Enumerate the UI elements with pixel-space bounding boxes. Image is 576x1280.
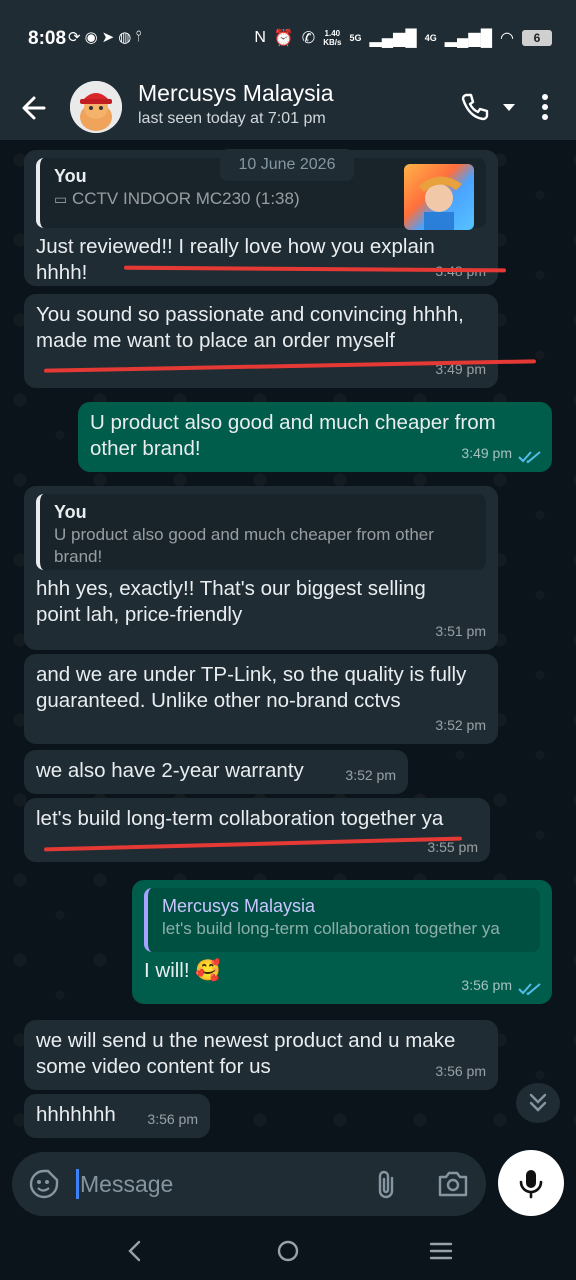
cat-mascot-icon xyxy=(70,81,122,133)
status-bar: 8:08 ⟳ ◉ ➤ ◍ ⫯ N ⏰ ✆ 1.40 KB/s 5G ▂▄▆█ 4… xyxy=(0,0,576,76)
message-text: we also have 2-year warranty xyxy=(36,759,304,782)
signal-5g: 5G xyxy=(349,33,362,43)
camera-icon xyxy=(438,1171,468,1197)
alarm-icon: ⏰ xyxy=(273,30,294,47)
call-options-dropdown[interactable] xyxy=(500,98,518,116)
message-text: Just reviewed!! I really love how you ex… xyxy=(36,235,435,284)
back-arrow-icon xyxy=(22,96,46,120)
message-bubble-incoming[interactable]: You U product also good and much cheaper… xyxy=(24,486,498,650)
message-time: 3:52 pm xyxy=(345,767,396,783)
contact-avatar[interactable] xyxy=(70,81,122,133)
more-options-button[interactable] xyxy=(534,90,556,124)
date-divider: 10 June 2026 xyxy=(220,149,354,181)
contact-name[interactable]: Mercusys Malaysia xyxy=(138,80,334,107)
message-time: 3:51 pm xyxy=(435,623,486,639)
message-time: 3:56 pm xyxy=(461,977,512,993)
nav-menu-icon xyxy=(429,1242,453,1260)
message-text: let's build long-term collaboration toge… xyxy=(36,807,444,830)
message-time: 3:56 pm xyxy=(435,1063,486,1079)
read-receipt-icon xyxy=(518,451,541,464)
video-icon: ▭ xyxy=(54,191,68,207)
message-bubble-outgoing[interactable]: Mercusys Malaysia let's build long-term … xyxy=(132,880,552,1004)
text-cursor xyxy=(76,1169,79,1199)
reply-quote[interactable]: You U product also good and much cheaper… xyxy=(36,494,486,570)
last-seen-status: last seen today at 7:01 pm xyxy=(138,110,326,127)
system-icons: N ⏰ ✆ 1.40 KB/s 5G ▂▄▆█ 4G ▂▄▆█ ◠ 6 xyxy=(254,28,552,48)
nav-recents-button[interactable] xyxy=(428,1238,454,1264)
message-text: we will send u the newest product and u … xyxy=(36,1029,456,1078)
message-bubble-incoming[interactable]: hhhhhhh 3:56 pm xyxy=(24,1094,210,1138)
network-speed: 1.40 KB/s xyxy=(323,29,342,47)
message-bubble-incoming[interactable]: we will send u the newest product and u … xyxy=(24,1020,498,1090)
phone-icon xyxy=(461,93,489,121)
double-chevron-down-icon xyxy=(529,1093,547,1112)
wifi-icon: ◠ xyxy=(500,30,514,47)
message-bubble-incoming[interactable]: You sound so passionate and convincing h… xyxy=(24,294,498,388)
paperclip-icon xyxy=(378,1170,394,1199)
quote-author: Mercusys Malaysia xyxy=(162,896,316,916)
signal-bars-icon-2: ▂▄▆█ xyxy=(444,30,493,47)
kebab-menu-icon xyxy=(542,94,548,120)
caret-down-icon xyxy=(503,104,515,111)
message-bubble-incoming[interactable]: and we are under TP-Link, so the quality… xyxy=(24,654,498,744)
message-list[interactable]: 10 June 2026 You ▭ CCTV INDOOR MC230 (1:… xyxy=(0,140,576,1150)
nav-back-icon xyxy=(128,1240,141,1262)
emoji-sticker-icon xyxy=(29,1169,59,1199)
quote-text: let's build long-term collaboration toge… xyxy=(162,919,500,938)
microphone-icon xyxy=(519,1170,543,1199)
voice-message-button[interactable] xyxy=(498,1150,564,1216)
scroll-to-bottom-button[interactable] xyxy=(516,1083,560,1123)
emoji-button[interactable] xyxy=(28,1168,60,1200)
voice-call-button[interactable] xyxy=(458,90,492,124)
system-navigation-bar xyxy=(0,1222,576,1280)
battery-icon: 6 xyxy=(522,30,552,46)
message-time: 3:56 pm xyxy=(147,1111,198,1127)
quote-text: U product also good and much cheaper fro… xyxy=(54,525,434,566)
message-input[interactable]: Message xyxy=(80,1168,360,1200)
message-text: You sound so passionate and convincing h… xyxy=(36,303,464,352)
message-bubble-outgoing[interactable]: U product also good and much cheaper fro… xyxy=(78,402,552,472)
signal-bars-icon: ▂▄▆█ xyxy=(369,30,417,47)
chat-header: Mercusys Malaysia last seen today at 7:0… xyxy=(0,76,576,140)
notification-icons: ⟳ ◉ ➤ ◍ ⫯ xyxy=(68,28,142,46)
read-receipt-icon xyxy=(518,983,541,996)
app-icon: ◍ xyxy=(118,29,132,46)
nav-back-button[interactable] xyxy=(122,1238,148,1264)
sync-icon: ⟳ xyxy=(68,29,81,46)
message-bubble-incoming[interactable]: let's build long-term collaboration toge… xyxy=(24,798,490,862)
quote-text: ▭ CCTV INDOOR MC230 (1:38) xyxy=(54,189,300,208)
camera-button[interactable] xyxy=(436,1168,470,1200)
message-time: 3:52 pm xyxy=(435,717,486,733)
message-bubble-incoming[interactable]: we also have 2-year warranty 3:52 pm xyxy=(24,750,408,794)
nav-home-icon xyxy=(277,1240,299,1262)
message-time: 3:49 pm xyxy=(461,445,512,461)
usb-icon: ⫯ xyxy=(135,28,142,45)
attach-button[interactable] xyxy=(372,1168,402,1200)
call-status-icon: ✆ xyxy=(301,30,316,47)
video-thumbnail xyxy=(404,164,474,230)
message-text: hhh yes, exactly!! That's our biggest se… xyxy=(36,577,426,626)
status-time: 8:08 xyxy=(28,28,67,49)
reply-quote[interactable]: Mercusys Malaysia let's build long-term … xyxy=(144,888,540,952)
messenger-icon: ◉ xyxy=(84,29,98,46)
message-text: and we are under TP-Link, so the quality… xyxy=(36,663,467,712)
nfc-icon: N xyxy=(254,29,266,46)
nav-home-button[interactable] xyxy=(275,1238,301,1264)
signal-4g: 4G xyxy=(424,33,437,43)
quote-author: You xyxy=(54,502,87,522)
telegram-icon: ➤ xyxy=(101,29,115,46)
back-button[interactable] xyxy=(16,90,52,126)
message-composer: Message xyxy=(12,1152,486,1216)
